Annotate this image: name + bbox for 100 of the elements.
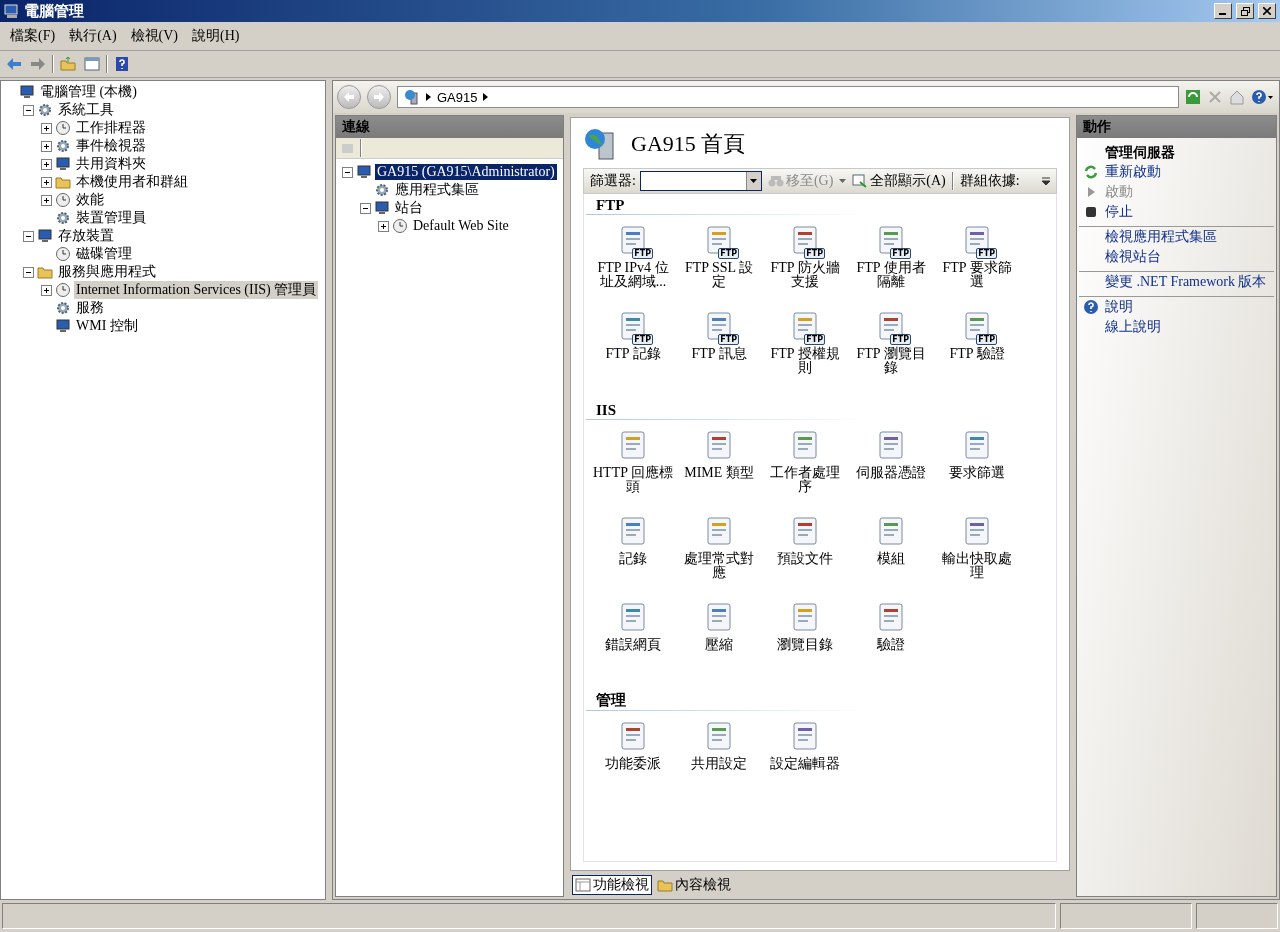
expander[interactable]: [342, 166, 353, 178]
tree-item[interactable]: 裝置管理員: [74, 209, 148, 227]
expander[interactable]: [23, 266, 34, 278]
clock-icon: [55, 120, 71, 136]
expander[interactable]: [23, 230, 34, 242]
tree-item[interactable]: 站台: [393, 199, 425, 217]
feature-item[interactable]: 模組: [850, 552, 932, 566]
tree-item[interactable]: 電腦管理 (本機): [38, 83, 139, 101]
action-link[interactable]: 重新啟動: [1105, 164, 1161, 179]
filter-field[interactable]: [639, 171, 762, 191]
tree-item[interactable]: GA915 (GA915\Administrator): [375, 164, 557, 180]
feature-item[interactable]: 記錄: [592, 552, 674, 566]
feature-item[interactable]: 伺服器憑證: [850, 466, 932, 480]
feature-item[interactable]: 驗證: [850, 638, 932, 652]
feature-item[interactable]: 輸出快取處理: [936, 552, 1018, 580]
menu-item[interactable]: 執行(A): [63, 25, 123, 47]
action-link[interactable]: 停止: [1105, 204, 1133, 219]
back-button[interactable]: [337, 85, 361, 109]
feature-icon: [618, 721, 648, 751]
view-tab[interactable]: 內容檢視: [654, 875, 734, 895]
feature-item[interactable]: 瀏覽目錄: [764, 638, 846, 652]
expander[interactable]: [41, 140, 52, 152]
feature-item[interactable]: FTP 要求篩選: [936, 261, 1018, 289]
forward-arrow-icon: [373, 91, 385, 103]
gear-icon: [55, 138, 71, 154]
expander[interactable]: [41, 284, 52, 296]
feature-icon: [790, 721, 820, 751]
action-link[interactable]: 檢視應用程式集區: [1105, 229, 1217, 244]
feature-item[interactable]: FTP 授權規則: [764, 347, 846, 375]
grid-icon: [575, 877, 591, 893]
feature-item[interactable]: 功能委派: [592, 757, 674, 771]
view-tab[interactable]: 功能檢視: [572, 875, 652, 895]
action-link[interactable]: 說明: [1105, 299, 1133, 314]
tree-item[interactable]: 系統工具: [56, 101, 116, 119]
expander[interactable]: [41, 176, 52, 188]
feature-icon: [618, 602, 648, 632]
caret-icon[interactable]: [1042, 177, 1050, 185]
forward-arrow-icon: [30, 56, 46, 72]
window-title: 電腦管理: [24, 1, 85, 21]
menu-item[interactable]: 說明(H): [186, 25, 246, 47]
show-all-button[interactable]: 全部顯示(A): [850, 172, 948, 190]
tag: FTP: [976, 334, 997, 345]
action-link[interactable]: 變更 .NET Framework 版本: [1105, 274, 1267, 289]
feature-item[interactable]: FTP IPv4 位址及網域...: [592, 261, 674, 289]
expander[interactable]: [378, 220, 389, 232]
close-button[interactable]: [1258, 3, 1276, 19]
breadcrumb[interactable]: GA915: [437, 89, 478, 105]
feature-item[interactable]: FTP SSL 設定: [678, 261, 760, 289]
expander[interactable]: [41, 194, 52, 206]
address-field[interactable]: GA915: [397, 86, 1179, 108]
expander[interactable]: [41, 122, 52, 134]
minimize-button[interactable]: [1214, 3, 1232, 19]
restore-button[interactable]: [1236, 3, 1254, 19]
tree-item[interactable]: 服務: [74, 299, 106, 317]
tree-item[interactable]: 本機使用者和群組: [74, 173, 190, 191]
caret-icon[interactable]: [750, 179, 758, 183]
feature-item[interactable]: 共用設定: [678, 757, 760, 771]
tree-item[interactable]: 磁碟管理: [74, 245, 134, 263]
group-by-button[interactable]: 群組依據:: [957, 172, 1022, 190]
feature-item[interactable]: FTP 瀏覽目錄: [850, 347, 932, 375]
feature-item[interactable]: 壓縮: [678, 638, 760, 652]
tree-item[interactable]: 應用程式集區: [393, 181, 481, 199]
feature-icon: [790, 516, 820, 546]
feature-item[interactable]: FTP 記錄: [592, 347, 674, 361]
expander[interactable]: [23, 104, 34, 116]
feature-item[interactable]: 處理常式對應: [678, 552, 760, 580]
tree-item[interactable]: Internet Information Services (IIS) 管理員: [74, 281, 319, 299]
menu-item[interactable]: 檔案(F): [4, 25, 62, 47]
server-globe-icon: [404, 89, 420, 105]
stop-icon: [1083, 204, 1099, 220]
feature-item[interactable]: 工作者處理序: [764, 466, 846, 494]
feature-icon: [704, 516, 734, 546]
tree-item[interactable]: WMI 控制: [74, 317, 140, 335]
console-tree-button[interactable]: [82, 54, 102, 74]
expander[interactable]: [41, 158, 52, 170]
monitor-icon: [19, 84, 35, 100]
feature-item[interactable]: 要求篩選: [936, 466, 1018, 480]
tree-item[interactable]: 事件檢視器: [74, 137, 148, 155]
action-link[interactable]: 線上說明: [1105, 319, 1161, 334]
feature-item[interactable]: FTP 驗證: [936, 347, 1018, 361]
action-link[interactable]: 檢視站台: [1105, 249, 1161, 264]
tree-item[interactable]: 效能: [74, 191, 106, 209]
tree-item[interactable]: 存放裝置: [56, 227, 116, 245]
feature-item[interactable]: 預設文件: [764, 552, 846, 566]
menu-item[interactable]: 檢視(V): [124, 25, 184, 47]
feature-item[interactable]: FTP 防火牆支援: [764, 261, 846, 289]
feature-item[interactable]: 設定編輯器: [764, 757, 846, 771]
feature-item[interactable]: HTTP 回應標頭: [592, 466, 674, 494]
tree-item[interactable]: 服務與應用程式: [56, 263, 158, 281]
feature-item[interactable]: 錯誤網頁: [592, 638, 674, 652]
feature-item[interactable]: MIME 類型: [678, 466, 760, 480]
feature-icon: [618, 516, 648, 546]
tree-item[interactable]: 共用資料夾: [74, 155, 148, 173]
tree-item[interactable]: 工作排程器: [74, 119, 148, 137]
forward-button[interactable]: [367, 85, 391, 109]
expander[interactable]: [360, 202, 371, 214]
feature-item[interactable]: FTP 使用者隔離: [850, 261, 932, 289]
feature-item[interactable]: FTP 訊息: [678, 347, 760, 361]
tree-item[interactable]: Default Web Site: [411, 218, 511, 234]
help-icon: [1251, 89, 1275, 105]
